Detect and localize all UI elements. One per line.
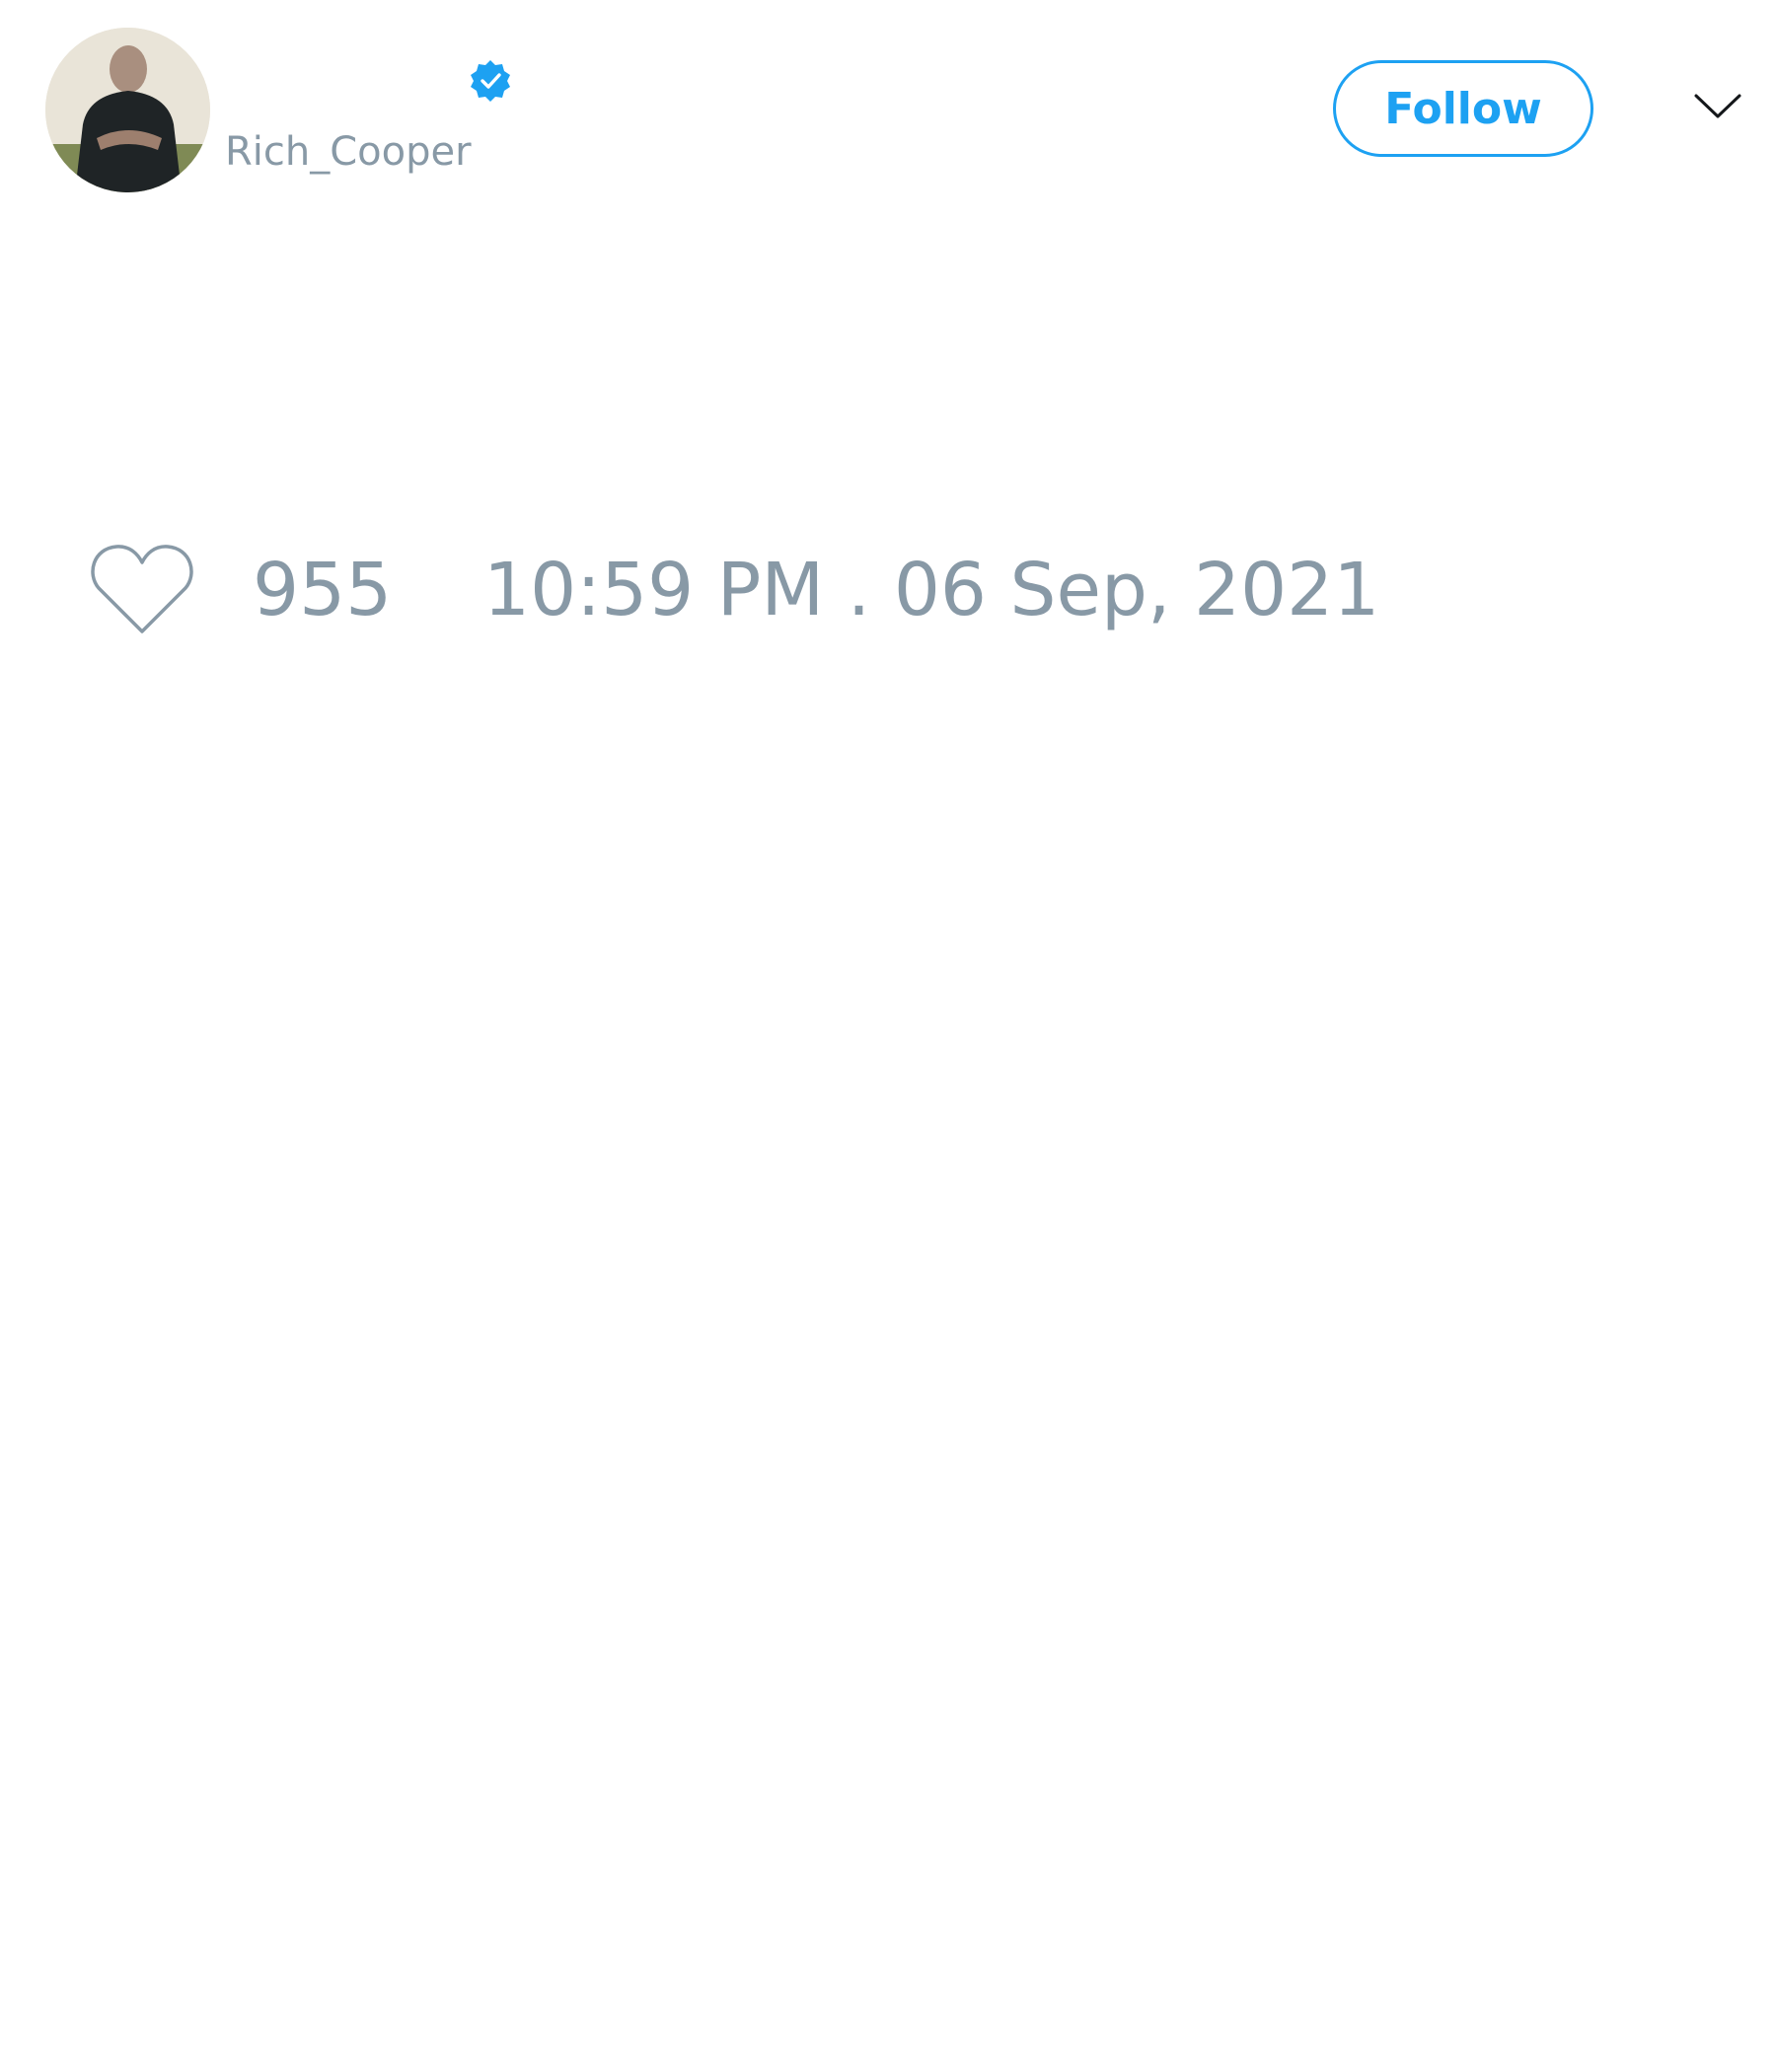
username[interactable]: Rich_Cooper xyxy=(225,124,472,180)
heart-icon[interactable] xyxy=(89,543,195,637)
verified-badge-icon xyxy=(468,58,513,104)
like-count: 955 xyxy=(253,548,393,632)
chevron-down-icon[interactable] xyxy=(1693,91,1742,122)
follow-button[interactable]: Follow xyxy=(1333,60,1593,157)
avatar-photo xyxy=(45,28,210,192)
avatar[interactable] xyxy=(45,28,210,192)
tweet-timestamp[interactable]: 10:59 PM . 06 Sep, 2021 xyxy=(483,548,1379,632)
